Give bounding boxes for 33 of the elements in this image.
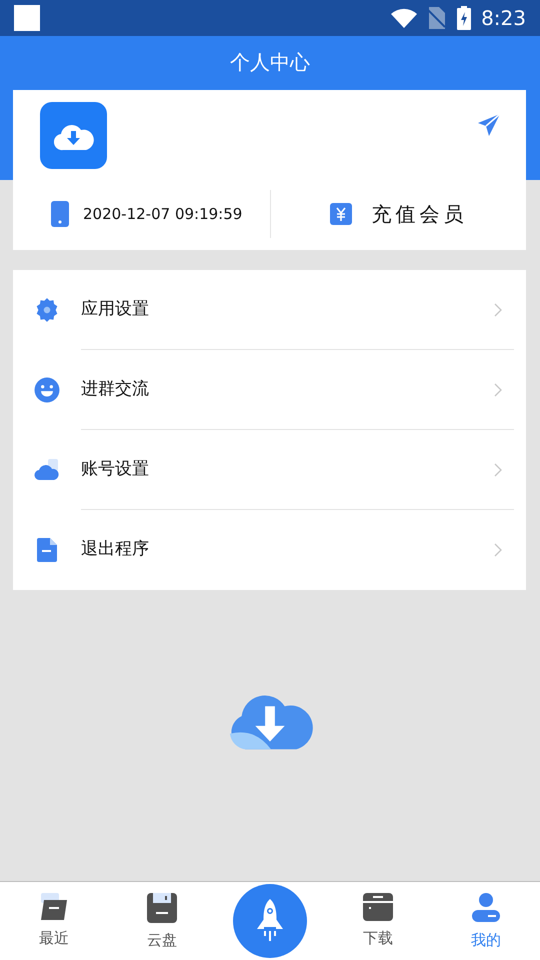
menu-item[interactable]: 退出程序 — [13, 510, 526, 590]
smiley-icon — [34, 377, 60, 403]
menu-item[interactable]: 账号设置 — [13, 430, 526, 510]
person-icon — [471, 893, 501, 923]
chevron-icon — [494, 463, 502, 477]
rocket-icon — [255, 899, 285, 943]
nav-tab[interactable]: 云盘 — [108, 881, 216, 960]
nav-tab[interactable]: 最近 — [0, 881, 108, 960]
menu-item[interactable]: 应用设置 — [13, 270, 526, 350]
chevron-icon — [494, 543, 502, 557]
chevron-icon — [494, 383, 502, 397]
send-button[interactable] — [477, 112, 501, 138]
box-icon — [363, 893, 393, 921]
chevron-icon — [494, 303, 502, 317]
status-time: 8:23 — [481, 5, 526, 32]
phone-icon — [51, 201, 69, 227]
no-sim-icon — [427, 7, 446, 29]
nav-tab[interactable]: 我的 — [432, 881, 540, 960]
app-logo — [40, 102, 107, 169]
folder-icon — [39, 893, 69, 921]
cloud-icon — [34, 458, 60, 482]
menu-item[interactable]: 进群交流 — [13, 350, 526, 430]
login-time: 2020-12-07 09:19:59 — [83, 204, 242, 225]
wifi-icon — [391, 8, 418, 28]
page-title: 个人中心 — [229, 49, 311, 76]
battery-icon — [457, 6, 472, 30]
coupon-icon — [330, 203, 352, 225]
nav-tab[interactable]: 下载 — [324, 881, 432, 960]
document-icon — [36, 537, 58, 563]
notification-icon — [14, 5, 40, 31]
paper-plane-icon — [477, 113, 501, 137]
gear-icon — [34, 297, 60, 323]
vip-button[interactable]: 充值会员 — [271, 190, 526, 238]
